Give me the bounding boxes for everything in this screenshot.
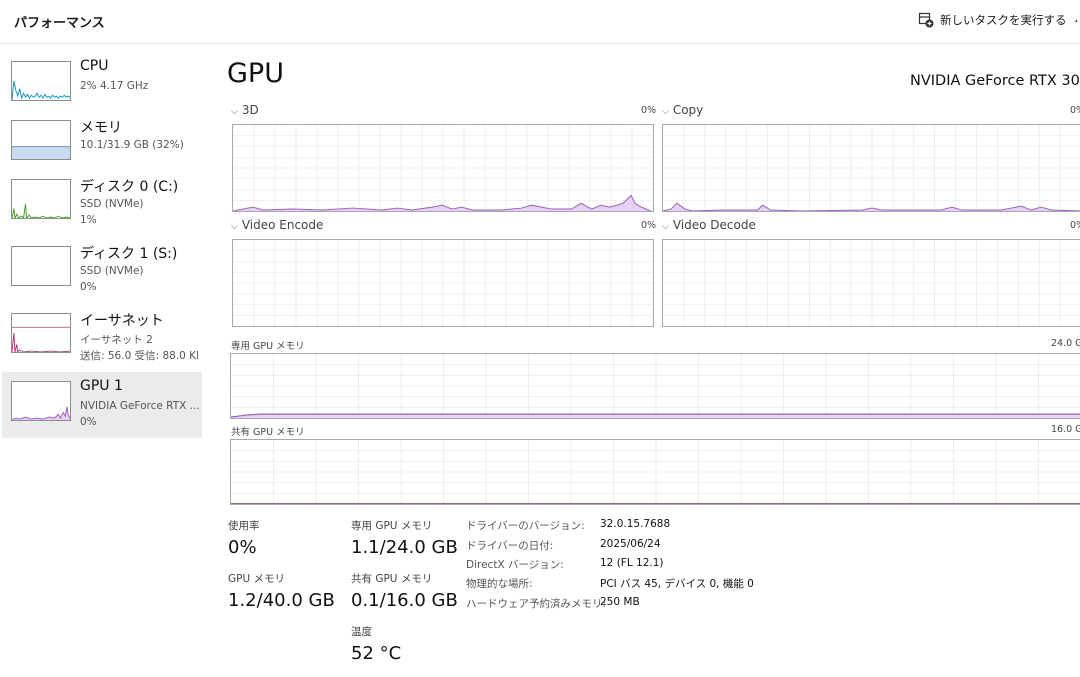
graph-3d [232,124,654,212]
driver-date-label: ドライバーの日付: [466,540,554,552]
run-task-label: 新しいタスクを実行する [940,13,1067,27]
graph-grid [231,440,1080,504]
gpu-thumbnail-graph [11,381,71,421]
temperature-label: 温度 [351,626,372,638]
sidebar-item-usage: 0% [80,281,97,293]
sidebar-item-label: ディスク 1 (S:) [80,246,178,262]
sidebar-item-detail: 10.1/31.9 GB (32%) [80,139,184,151]
title-bar: パフォーマンス 新しいタスクを実行する … [0,0,1080,44]
cpu-thumbnail-graph [11,61,71,101]
graph-video-decode [662,239,1080,327]
gpu-heading: GPU [227,58,284,89]
engine-percent: 0% [1070,105,1080,116]
sidebar-item-label: ディスク 0 (C:) [80,179,179,195]
usage-label: 使用率 [228,520,260,532]
sidebar-item-disk-0[interactable]: ディスク 0 (C:) SSD (NVMe) 1% [2,170,202,236]
gpu-memory-label: GPU メモリ [228,573,285,585]
engine-label: Video Decode [672,218,756,232]
page-title: パフォーマンス [14,16,105,31]
reserved-memory-label: ハードウェア予約済みメモリ: [466,598,607,610]
sidebar-item-detail: NVIDIA GeForce RTX ... [80,400,200,412]
graph-grid [231,354,1080,418]
graph-grid [663,125,1080,211]
engine-label: 3D [241,103,259,117]
gpu-model-name: NVIDIA GeForce RTX 309 [910,73,1080,89]
graph-grid [663,240,1080,326]
dedicated-memory-label: 専用 GPU メモリ [351,520,433,532]
engine-selector-video-encode[interactable]: ⌵ Video Encode [231,218,323,232]
sidebar-item-memory[interactable]: メモリ 10.1/31.9 GB (32%) [2,111,202,177]
dedicated-memory-value: 1.1/24.0 GB [351,537,458,558]
graph-dedicated-memory [230,353,1080,419]
sidebar-item-detail: SSD (NVMe) [80,265,144,277]
engine-selector-3d[interactable]: ⌵ 3D [231,103,259,117]
engine-percent: 0% [641,105,657,116]
graph-grid [233,125,653,211]
shared-memory-graph-label: 共有 GPU メモリ [231,427,305,438]
sidebar-item-label: メモリ [80,120,122,136]
chevron-down-icon: ⌵ [231,222,238,232]
dedicated-memory-graph-label: 専用 GPU メモリ [231,341,305,352]
engine-label: Video Encode [241,218,324,232]
graph-video-encode [232,239,654,327]
more-options-icon[interactable]: … [1074,10,1080,26]
run-new-task-button[interactable]: 新しいタスクを実行する [918,10,1067,30]
ethernet-thumbnail-graph [11,313,71,353]
disk-0-thumbnail-graph [11,179,71,219]
engine-percent: 0% [1070,220,1080,231]
shared-memory-max: 16.0 G [1051,424,1080,435]
chevron-down-icon: ⌵ [662,222,669,232]
engine-selector-copy[interactable]: ⌵ Copy [662,103,703,117]
engine-selector-video-decode[interactable]: ⌵ Video Decode [662,218,756,232]
temperature-value: 52 °C [351,643,402,664]
graph-copy [662,124,1080,212]
gpu-memory-value: 1.2/40.0 GB [228,590,335,611]
shared-memory-value: 0.1/16.0 GB [351,590,458,611]
sidebar-item-disk-1[interactable]: ディスク 1 (S:) SSD (NVMe) 0% [2,237,202,303]
physical-location-label: 物理的な場所: [466,578,533,590]
run-task-icon [918,12,934,28]
sidebar-item-label: イーサネット [80,313,164,329]
usage-value: 0% [228,537,257,558]
sidebar-item-detail: イーサネット 2 [80,334,153,346]
driver-version-value: 32.0.15.7688 [600,518,671,530]
directx-version-value: 12 (FL 12.1) [600,557,664,569]
sidebar-item-label: GPU 1 [80,378,123,394]
directx-version-label: DirectX バージョン: [466,559,564,571]
sidebar-item-label: CPU [80,58,109,74]
graph-shared-memory [230,439,1080,505]
sidebar-item-detail: SSD (NVMe) [80,198,144,210]
reserved-memory-value: 250 MB [600,596,640,608]
sidebar-item-cpu[interactable]: CPU 2% 4.17 GHz [2,52,202,118]
sidebar-item-usage: 0% [80,416,97,428]
sidebar-item-detail: 2% 4.17 GHz [80,80,149,92]
driver-version-label: ドライバーのバージョン: [466,520,585,532]
physical-location-value: PCI バス 45, デバイス 0, 機能 0 [600,578,754,590]
memory-thumbnail-graph [11,120,71,160]
engine-percent: 0% [641,220,657,231]
sidebar-item-usage: 1% [80,214,97,226]
dedicated-memory-max: 24.0 G [1051,338,1080,349]
driver-date-value: 2025/06/24 [600,538,661,550]
shared-memory-label: 共有 GPU メモリ [351,573,433,585]
sidebar-item-throughput: 送信: 56.0 受信: 88.0 Kl [80,350,199,362]
engine-label: Copy [672,103,704,117]
disk-1-thumbnail-graph [11,246,71,286]
graph-grid [233,240,653,326]
sidebar-item-ethernet[interactable]: イーサネット イーサネット 2 送信: 56.0 受信: 88.0 Kl [2,304,202,370]
sidebar-item-gpu-1[interactable]: GPU 1 NVIDIA GeForce RTX ... 0% [2,372,202,438]
chevron-down-icon: ⌵ [662,107,669,117]
chevron-down-icon: ⌵ [231,107,238,117]
